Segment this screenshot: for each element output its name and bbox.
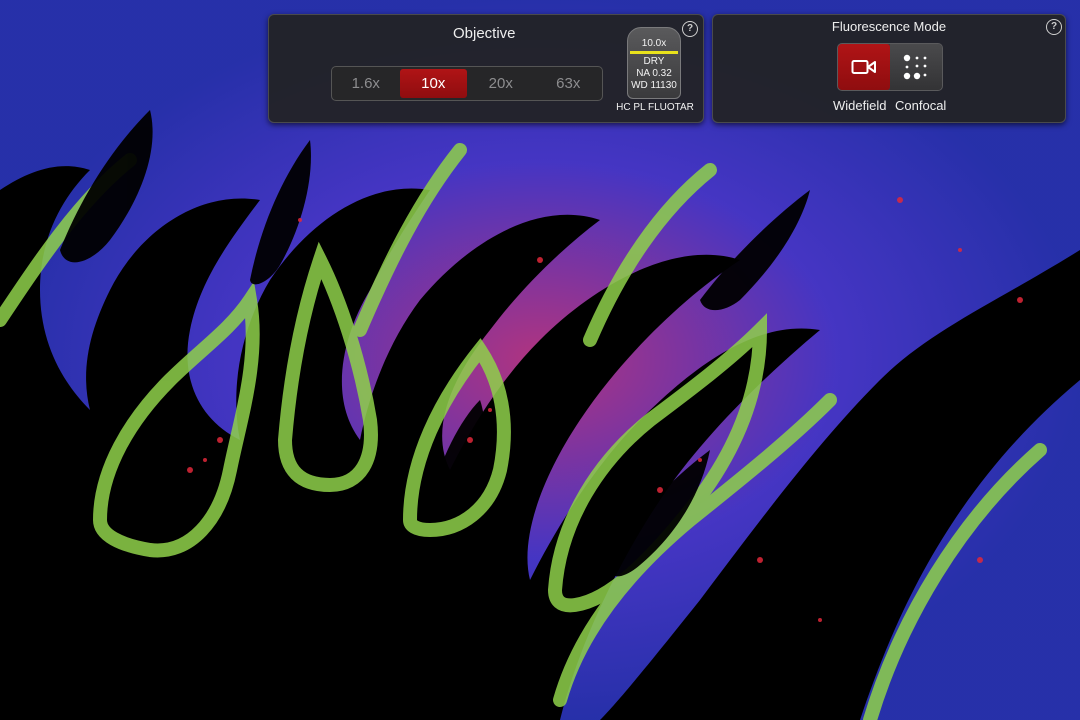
confocal-mode-button[interactable]: [890, 44, 942, 90]
magnification-selector: 1.6x 10x 20x 63x: [331, 66, 603, 101]
pinhole-dots-icon: [903, 54, 927, 80]
lens-type: DRY: [643, 56, 665, 67]
objective-panel: Objective ? 1.6x 10x 20x 63x 10.0x DRY N…: [268, 14, 704, 123]
objective-help-icon[interactable]: ?: [682, 21, 698, 37]
fluorescence-help-icon[interactable]: ?: [1046, 19, 1062, 35]
camera-icon: [851, 60, 876, 74]
widefield-mode-button[interactable]: [838, 44, 890, 90]
fluorescence-mode-panel: Fluorescence Mode ? Widefield Confocal: [712, 14, 1066, 123]
confocal-label: Confocal: [895, 98, 947, 113]
lens-color-stripe: [630, 51, 678, 54]
lens-magnification: 10.0x: [641, 38, 667, 49]
lens-na: NA 0.32: [636, 68, 672, 79]
lens-name: HC PL FLUOTAR: [616, 102, 694, 113]
magnification-10x-button[interactable]: 10x: [399, 69, 467, 98]
magnification-20x-button[interactable]: 20x: [467, 67, 535, 100]
magnification-1-6x-button[interactable]: 1.6x: [332, 67, 400, 100]
widefield-label: Widefield: [833, 98, 887, 113]
fluorescence-mode-title: Fluorescence Mode: [831, 19, 947, 34]
objective-lens-icon: 10.0x DRY NA 0.32 WD 11130: [627, 27, 681, 99]
lens-wd: WD 11130: [631, 80, 677, 91]
fluorescence-mode-selector: [837, 43, 943, 91]
magnification-63x-button[interactable]: 63x: [535, 67, 603, 100]
